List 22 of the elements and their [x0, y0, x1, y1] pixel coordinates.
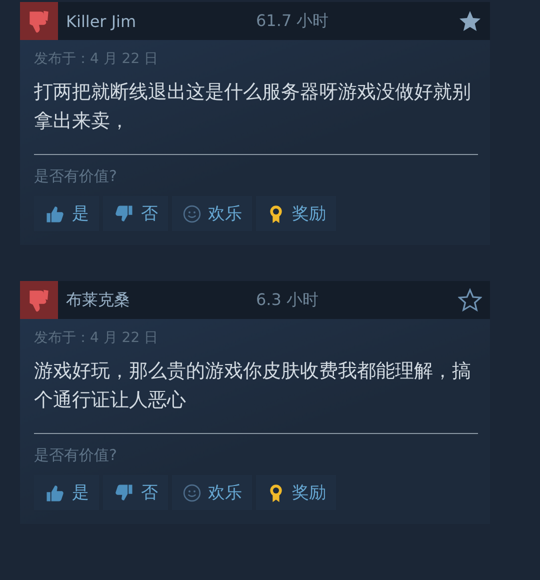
- vote-button[interactable]: 否: [103, 196, 168, 231]
- author-name[interactable]: Killer Jim: [66, 12, 256, 30]
- vote-button[interactable]: 奖励: [256, 475, 336, 510]
- helpful-prompt: 是否有价值?: [34, 446, 118, 465]
- playtime-hours: 61.7 小时: [256, 10, 330, 32]
- review-text: 游戏好玩，那么贵的游戏你皮肤收费我都能理解，搞个通行证让人恶心: [34, 359, 472, 413]
- smiley-icon: [182, 204, 202, 224]
- star-icon[interactable]: [458, 288, 482, 312]
- vote-button[interactable]: 否: [103, 475, 168, 510]
- vote-button[interactable]: 是: [34, 475, 99, 510]
- smiley-icon: [182, 482, 202, 502]
- posted-date: 发布于：4 月 22 日: [34, 50, 160, 68]
- vote-button[interactable]: 是: [34, 196, 99, 231]
- author-name[interactable]: 布莱克桑: [66, 290, 256, 310]
- vote-button[interactable]: 欢乐: [172, 475, 252, 510]
- star-icon[interactable]: [458, 9, 482, 33]
- vote-button[interactable]: 奖励: [256, 196, 336, 231]
- vote-button[interactable]: 欢乐: [172, 196, 252, 231]
- review-text: 打两把就断线退出这是什么服务器呀游戏没做好就别拿出来卖，: [34, 80, 472, 134]
- playtime-hours: 6.3 小时: [256, 290, 320, 310]
- posted-date: 发布于：4 月 22 日: [34, 329, 160, 347]
- helpful-prompt: 是否有价值?: [34, 167, 118, 186]
